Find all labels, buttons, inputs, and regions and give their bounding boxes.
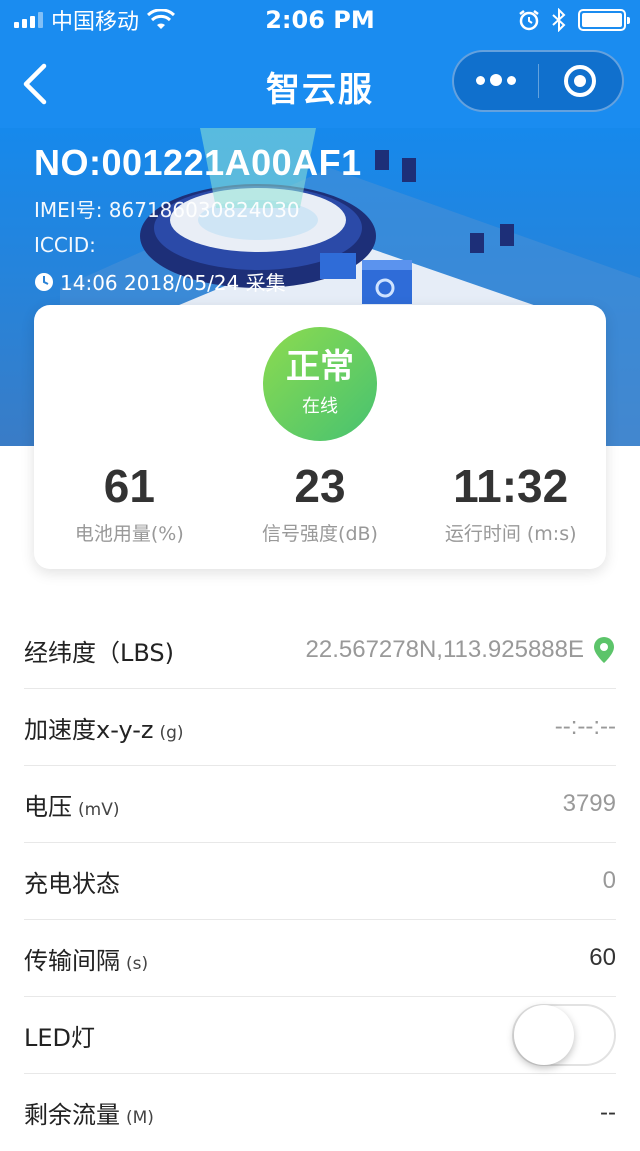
stats-row: 61 电池用量(%) 23 信号强度(dB) 11:32 运行时间 (m:s): [34, 463, 606, 546]
alarm-icon: [519, 10, 539, 31]
cell-signal-icon: [14, 12, 43, 28]
row-unit: (s): [126, 953, 149, 974]
interval-value: 60: [589, 944, 616, 971]
battery-icon: [578, 9, 630, 31]
miniprogram-capsule: [452, 50, 624, 112]
status-bar: 中国移动 2:06 PM: [0, 0, 640, 40]
close-miniprogram-button[interactable]: [539, 52, 623, 110]
battery-stat: 61 电池用量(%): [34, 463, 225, 546]
row-label: 充电状态: [24, 869, 120, 898]
target-icon: [564, 65, 597, 97]
location-pin-icon[interactable]: [592, 636, 616, 664]
more-button[interactable]: [454, 52, 538, 110]
stat-label: 信号强度(dB): [262, 523, 378, 545]
stat-label: 电池用量(%): [74, 523, 184, 545]
row-label: 加速度x-y-z: [24, 715, 154, 744]
voltage-row: 电压 (mV) 3799: [24, 766, 616, 843]
row-label: 电压: [24, 792, 72, 821]
charge-row: 充电状态 0: [24, 843, 616, 920]
row-label: 剩余流量: [24, 1101, 120, 1129]
clock-time: 2:06 PM: [265, 6, 375, 34]
runtime-stat: 11:32 运行时间 (m:s): [415, 463, 606, 546]
bluetooth-icon: [552, 8, 566, 32]
online-status-badge: 正常 在线: [263, 327, 377, 441]
voltage-value: 3799: [562, 790, 616, 817]
lbs-row[interactable]: 经纬度（LBS) 22.567278N,113.925888E: [24, 612, 616, 689]
led-toggle[interactable]: [512, 1004, 616, 1066]
row-unit: (mV): [78, 799, 120, 820]
clock-icon: [35, 272, 53, 291]
more-dots-icon: [475, 74, 516, 87]
stat-value: 11:32: [453, 460, 569, 512]
led-row: LED灯: [24, 997, 616, 1074]
stat-value: 23: [294, 460, 346, 512]
row-unit: (g): [159, 722, 184, 743]
row-label: 传输间隔: [24, 946, 120, 975]
detail-list: 经纬度（LBS) 22.567278N,113.925888E 加速度x-y-z…: [24, 612, 616, 1151]
traffic-value: --: [600, 1098, 616, 1126]
imei-line: IMEI号: 867186030824030: [34, 198, 300, 222]
device-number: NO:001221A00AF1: [34, 142, 362, 183]
status-main-text: 正常: [286, 347, 354, 387]
collect-time: 14:06 2018/05/24 采集: [60, 271, 286, 295]
wifi-icon: [147, 9, 176, 29]
signal-stat: 23 信号强度(dB): [225, 463, 416, 546]
iccid-line: ICCID:: [34, 233, 96, 257]
stat-value: 61: [103, 460, 155, 512]
carrier-label: 中国移动: [51, 10, 140, 35]
nav-bar: 智云服: [0, 40, 640, 128]
toggle-knob: [514, 1005, 574, 1065]
row-label: LED灯: [24, 1023, 96, 1052]
row-unit: (M): [126, 1108, 154, 1128]
status-sub-text: 在线: [302, 396, 338, 417]
row-label: 经纬度（LBS): [24, 638, 175, 667]
charge-value: 0: [602, 867, 616, 894]
interval-row[interactable]: 传输间隔 (s) 60: [24, 920, 616, 997]
status-card: 正常 在线 61 电池用量(%) 23 信号强度(dB) 11:32 运行时间 …: [34, 305, 606, 569]
accel-row: 加速度x-y-z (g) --:--:--: [24, 689, 616, 766]
traffic-row: 剩余流量 (M) --: [24, 1074, 616, 1151]
accel-value: --:--:--: [554, 713, 616, 740]
lbs-coordinates: 22.567278N,113.925888E: [305, 636, 584, 663]
stat-label: 运行时间 (m:s): [444, 523, 577, 545]
